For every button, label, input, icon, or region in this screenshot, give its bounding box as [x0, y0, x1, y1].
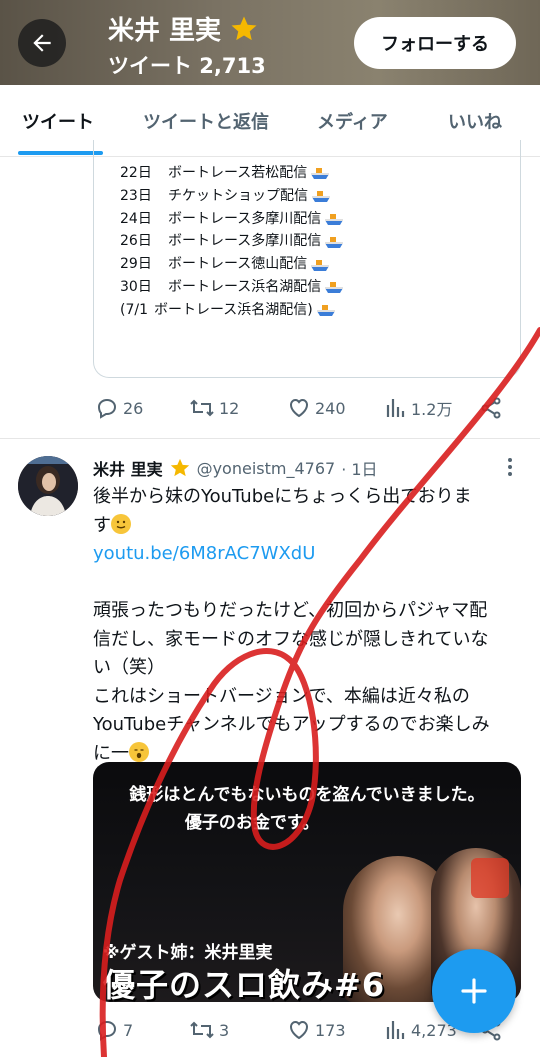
list-item: 24日 ボートレース多摩川配信: [120, 208, 344, 231]
list-item: 30日 ボートレース浜名湖配信: [120, 276, 344, 299]
boat-icon: [311, 168, 330, 180]
boat-icon: [311, 259, 330, 271]
like-button[interactable]: 173: [287, 1018, 346, 1042]
list-item: 23日 チケットショップ配信: [120, 185, 344, 208]
tweet-count: ツイート 2,713: [108, 54, 266, 78]
back-arrow-icon: [33, 34, 51, 52]
boat-icon: [316, 305, 335, 317]
schedule-list: 22日 ボートレース若松配信 23日 チケットショップ配信 24日 ボートレース多摩川…: [120, 162, 344, 322]
retweet-button[interactable]: 3: [189, 1018, 229, 1042]
boat-icon: [312, 191, 330, 203]
list-item: 29日 ボートレース徳山配信: [120, 253, 344, 276]
back-button[interactable]: [18, 19, 66, 67]
retweet-icon: [190, 399, 214, 417]
retweet-icon: [190, 1021, 214, 1039]
thumbnail-caption: 優子のお金です。: [184, 813, 320, 833]
thumbnail-caption: 銭形はとんでもないものを盗んでいきました。: [129, 785, 485, 805]
active-tab-indicator: [18, 151, 103, 155]
like-icon: [289, 1020, 309, 1040]
views-button[interactable]: 1.2万: [385, 396, 452, 420]
boat-icon: [325, 213, 344, 225]
tweet-divider: [0, 438, 540, 439]
tweet-header: 米井 里実 @yoneistm_4767 · 1日: [93, 456, 378, 480]
reply-icon: [97, 1020, 117, 1041]
share-button[interactable]: [479, 396, 503, 420]
compose-button[interactable]: [432, 949, 516, 1033]
verified-star-icon: [231, 16, 257, 40]
list-item: (7/1 ボートレース浜名湖配信): [120, 299, 344, 322]
profile-name: 米井 里実: [108, 10, 259, 47]
avatar[interactable]: [18, 456, 78, 516]
tab-tweets[interactable]: ツイート: [22, 85, 94, 157]
tweet-actions: 26 12 240 1.2万: [93, 396, 513, 426]
avatar-photo-icon: [18, 456, 78, 516]
tweet-link[interactable]: youtu.be/6M8rAC7WXdU: [93, 540, 533, 569]
views-icon: [386, 399, 405, 417]
boat-icon: [325, 282, 344, 294]
more-icon: [508, 458, 512, 476]
verified-star-icon: [170, 458, 189, 477]
yawn-emoji-icon: [129, 741, 149, 762]
follow-button[interactable]: フォローする: [354, 17, 516, 69]
views-icon: [386, 1021, 405, 1039]
compose-plus-icon: [461, 978, 487, 1004]
like-icon: [289, 398, 309, 418]
retweet-button[interactable]: 12: [189, 396, 239, 420]
profile-header: 米井 里実 ツイート 2,713 フォローする: [0, 0, 540, 85]
reply-icon: [97, 398, 117, 419]
list-item: 22日 ボートレース若松配信: [120, 162, 344, 185]
reply-button[interactable]: 7: [95, 1018, 133, 1042]
more-button[interactable]: [504, 457, 516, 477]
tweet-text: 後半から妹のYouTubeにちょっくら出ておりま す youtu.be/6M8r…: [93, 483, 533, 768]
list-item: 26日 ボートレース多摩川配信: [120, 230, 344, 253]
smile-emoji-icon: [111, 513, 131, 534]
boat-icon: [325, 236, 344, 248]
thumbnail-title: 優子のスロ飲み#6: [103, 966, 386, 1002]
glass-icon: [471, 858, 509, 898]
author-handle[interactable]: @yoneistm_4767: [197, 459, 336, 478]
reply-button[interactable]: 26: [95, 396, 143, 420]
share-icon: [481, 397, 501, 419]
tweet-time[interactable]: · 1日: [341, 456, 377, 480]
like-button[interactable]: 240: [287, 396, 346, 420]
author-name[interactable]: 米井 里実: [93, 456, 163, 480]
